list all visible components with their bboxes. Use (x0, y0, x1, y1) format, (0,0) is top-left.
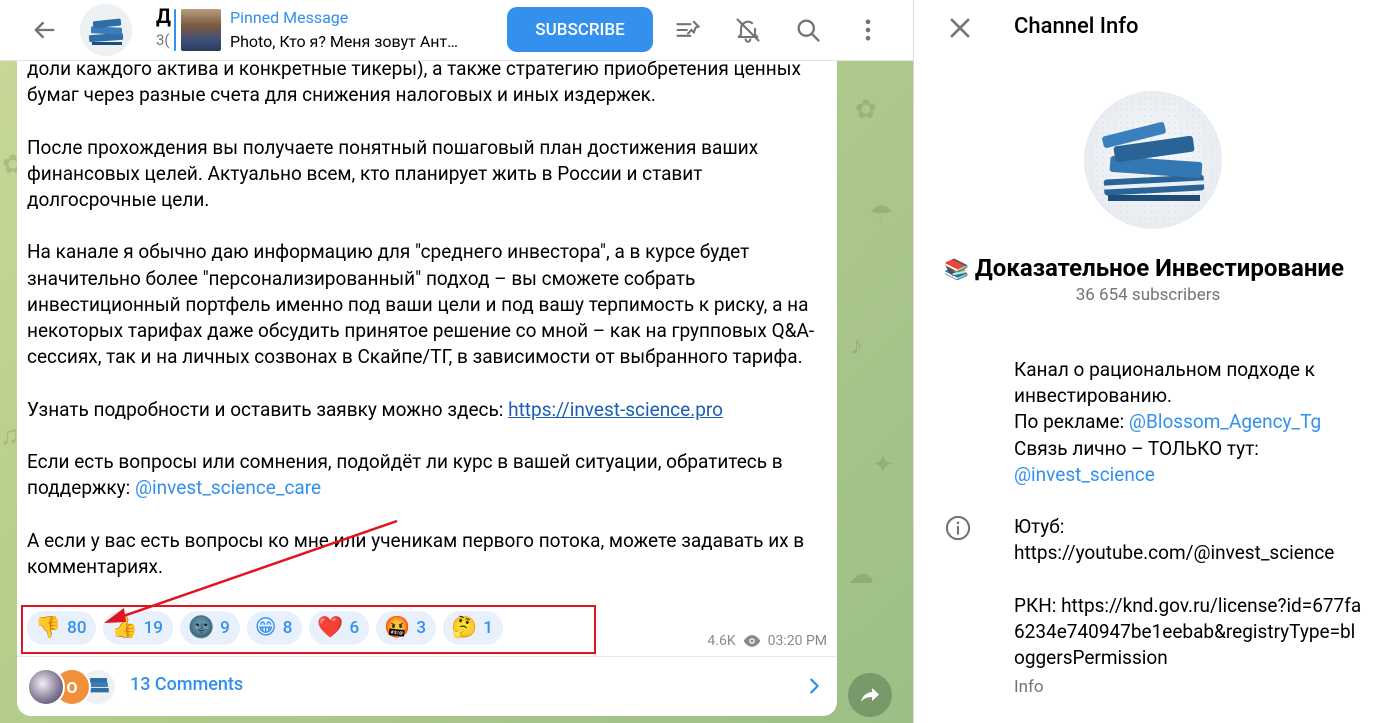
red-heart-icon: ❤️ (317, 615, 344, 640)
pinned-message-bar[interactable]: Pinned Message Photo, Кто я? Меня зовут … (174, 5, 486, 55)
message-text: доли каждого актива и конкретные тикеры)… (27, 56, 831, 606)
rkn-license: РКН: https://knd.gov.ru/license?id=677fa… (1014, 593, 1362, 670)
channel-name-text: Доказательное Инвестирование (974, 254, 1344, 282)
comments-count-label: 13 Comments (130, 674, 244, 695)
books-emoji-icon: 📚 (944, 257, 969, 281)
desc-contact: Связь лично – ТОЛЬКО тут: @invest_scienc… (1014, 436, 1364, 488)
share-arrow-icon (861, 688, 879, 702)
reaction-count: 3 (416, 618, 427, 638)
chevron-right-icon (810, 678, 819, 694)
cursing-face-icon: 🤬 (384, 615, 411, 640)
message-paragraph-details: Узнать подробности и оставить заявку мож… (27, 397, 831, 423)
wallpaper-doodle: ☂ (870, 200, 894, 230)
message-meta: 4.6K 03:20 PM (707, 633, 827, 649)
panel-title: Channel Info (1014, 14, 1139, 39)
reaction-thumbs-down[interactable]: 👎 80 (27, 611, 97, 645)
channel-subscriber-count: 3( (156, 31, 170, 49)
views-count: 4.6K (707, 633, 736, 649)
reaction-thinking[interactable]: 🤔 1 (443, 611, 503, 645)
reaction-thumbs-up[interactable]: 👍 19 (103, 611, 173, 645)
desc-line: Канал о рациональном подходе к инвестиро… (1014, 358, 1315, 408)
reaction-cursing-face[interactable]: 🤬 3 (376, 611, 437, 645)
more-vertical-icon[interactable] (854, 16, 882, 44)
message-paragraph: доли каждого актива и конкретные тикеры)… (27, 57, 801, 107)
desc-spacer (1014, 567, 1364, 593)
subscribers-count: 36 654 subscribers (1075, 285, 1221, 305)
channel-profile-photo[interactable] (1084, 91, 1222, 229)
reaction-count: 8 (282, 618, 293, 638)
message-paragraph: А если у вас есть вопросы ко мне или уче… (27, 528, 805, 578)
reaction-count: 1 (483, 618, 493, 638)
reaction-count: 6 (349, 618, 360, 638)
desc-ads: По рекламе: @Blossom_Agency_Tg (1014, 409, 1364, 435)
chat-header: Д 3( Pinned Message Photo, Кто я? Меня з… (0, 0, 913, 61)
ads-contact-link[interactable]: @Blossom_Agency_Tg (1129, 410, 1321, 433)
channel-post-bubble: доли каждого актива и конкретные тикеры)… (17, 57, 837, 716)
thinking-face-icon: 🤔 (451, 615, 478, 640)
thumbs-up-icon: 👍 (111, 615, 138, 640)
personal-contact-link[interactable]: @invest_science (1014, 463, 1155, 486)
info-section-label: Info (1014, 677, 1044, 697)
reaction-grin[interactable]: 😁 8 (246, 611, 303, 645)
contact-prefix: Связь лично – ТОЛЬКО тут: (1014, 436, 1259, 460)
wallpaper-doodle: ♪ (850, 331, 863, 361)
wallpaper-doodle: ✦ (872, 450, 894, 480)
close-icon[interactable] (946, 14, 974, 42)
reaction-count: 19 (143, 618, 163, 638)
share-button[interactable] (848, 673, 892, 717)
grinning-face-icon: 😁 (254, 615, 277, 640)
details-text: Узнать подробности и оставить заявку мож… (27, 397, 509, 421)
pinned-message-label: Pinned Message (230, 8, 349, 27)
message-paragraph: После прохождения вы получаете понятный … (27, 135, 759, 211)
chat-area: ✿ ☂ ♪ ✦ ☁ ✿ ♫ Д 3( Pinned Message Photo,… (0, 0, 913, 723)
subscribe-button[interactable]: SUBSCRIBE (507, 7, 653, 52)
support-mention-link[interactable]: @invest_science_care (135, 476, 321, 499)
reaction-new-moon-face[interactable]: 🌚 9 (179, 611, 240, 645)
channel-name: 📚 Доказательное Инвестирование (944, 254, 1344, 282)
reaction-count: 9 (220, 618, 230, 638)
comments-button[interactable]: O 13 Comments (17, 656, 837, 716)
channel-title[interactable]: Д (156, 4, 171, 28)
thumbs-down-icon: 👎 (35, 615, 62, 640)
message-time: 03:20 PM (767, 633, 827, 649)
pinned-message-text: Photo, Кто я? Меня зовут Ант… (230, 32, 458, 51)
back-arrow-icon[interactable] (30, 16, 58, 44)
wallpaper-doodle: ✿ (855, 95, 877, 125)
reaction-heart[interactable]: ❤️ 6 (309, 611, 370, 645)
reaction-count: 80 (67, 618, 87, 638)
search-icon[interactable] (794, 16, 822, 44)
desc-spacer (1014, 488, 1364, 514)
channel-description: Канал о рациональном подходе к инвестиро… (1014, 357, 1364, 671)
pinned-message-thumbnail (181, 9, 221, 51)
books-icon (1084, 91, 1222, 229)
commenter-avatars: O (27, 668, 127, 706)
pinned-list-icon[interactable] (674, 16, 702, 44)
channel-info-panel: Channel Info 📚 Доказательное Инвестирован… (913, 0, 1381, 723)
message-paragraph-support: Если есть вопросы или сомнения, подойдёт… (27, 449, 831, 501)
info-icon (945, 515, 971, 541)
commenter-avatar (27, 668, 65, 706)
youtube-url: https://youtube.com/@invest_science (1014, 541, 1335, 565)
channel-avatar[interactable] (80, 4, 132, 56)
mute-bell-icon[interactable] (734, 16, 762, 44)
youtube-label: Ютуб: (1014, 515, 1065, 539)
reactions-bar: 👎 80 👍 19 🌚 9 😁 8 ❤️ 6 🤬 3 🤔 1 (27, 611, 503, 645)
new-moon-face-icon: 🌚 (187, 615, 215, 640)
books-icon (80, 4, 132, 56)
course-link[interactable]: https://invest-science.pro (508, 398, 723, 421)
message-paragraph: На канале я обычно даю информацию для "с… (27, 240, 815, 369)
wallpaper-doodle: ☁ (848, 560, 874, 590)
ads-prefix: По рекламе: (1014, 410, 1129, 434)
eye-icon (743, 635, 760, 647)
